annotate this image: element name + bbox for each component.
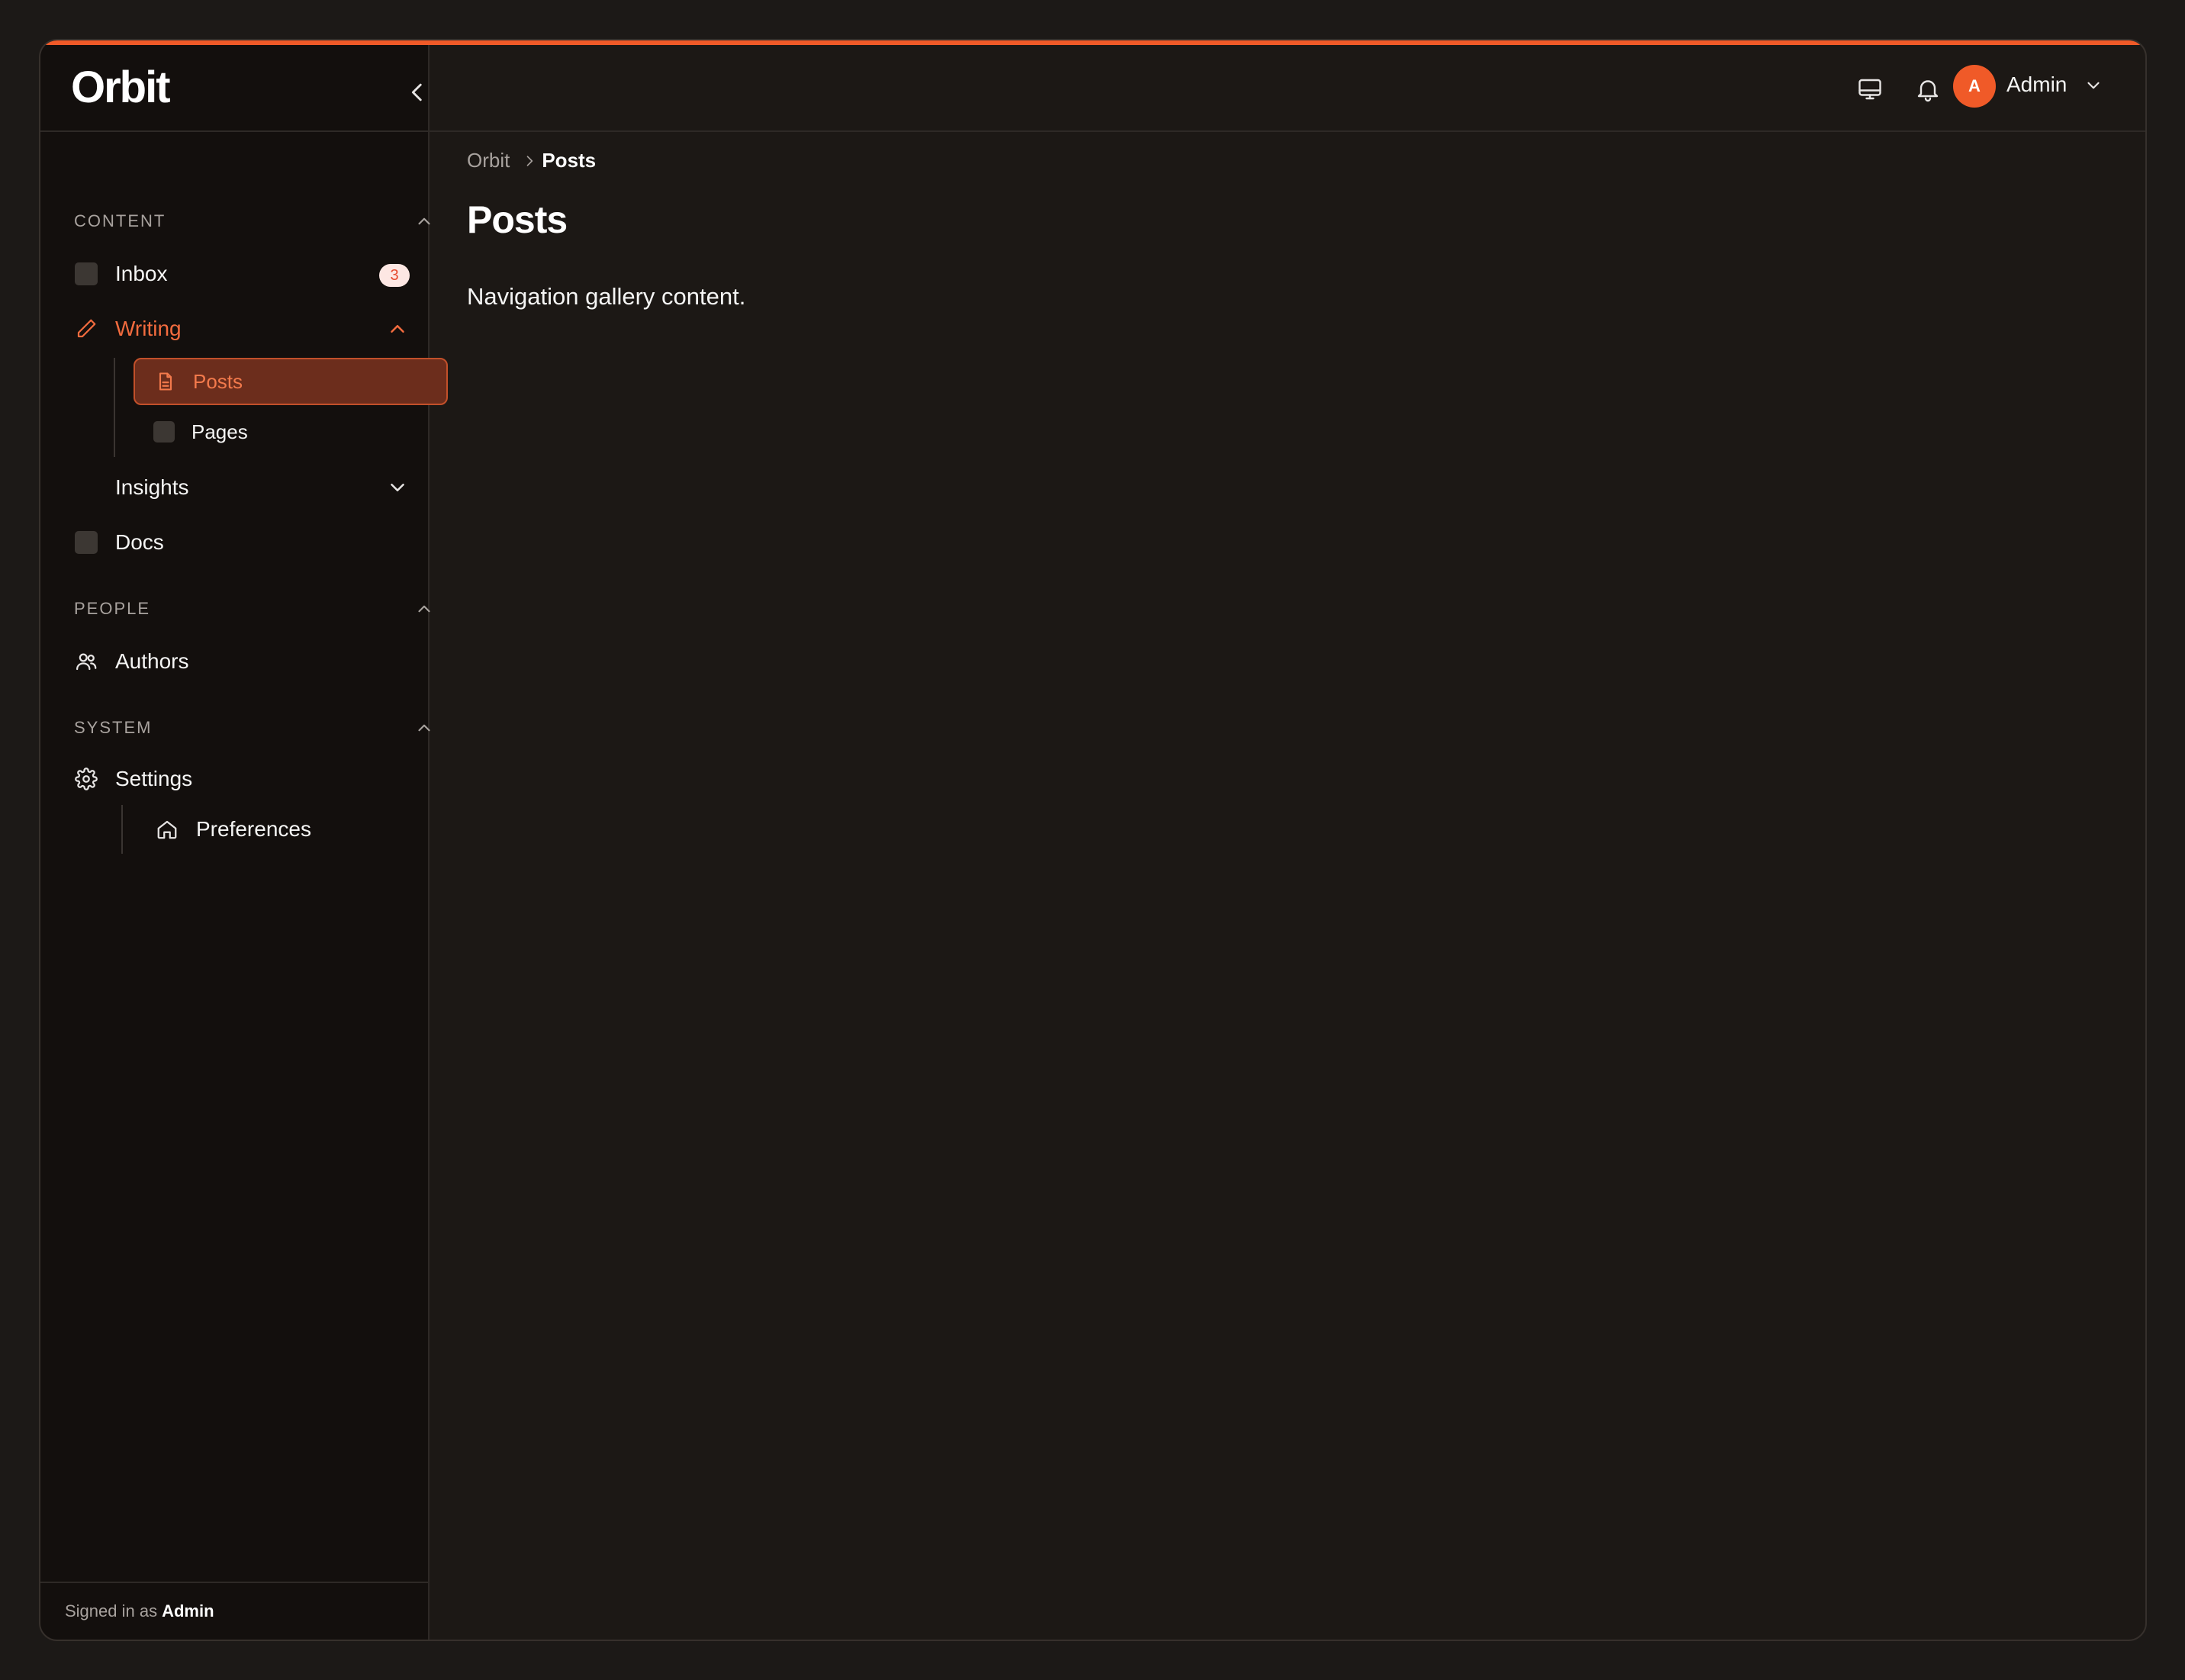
monitor-icon: [1858, 79, 1881, 100]
notifications-button[interactable]: [1910, 71, 1946, 108]
avatar[interactable]: A: [1953, 65, 1996, 108]
sidebar-item-label: Posts: [193, 369, 243, 393]
gear-icon: [74, 767, 98, 791]
signed-in-prefix: Signed in as: [65, 1601, 158, 1620]
bell-icon: [1917, 80, 1939, 102]
sidebar-item-label: Writing: [115, 317, 182, 340]
chevron-up-icon[interactable]: [385, 317, 410, 341]
sidebar: Orbit CONTENT Inbox 3 Writing Posts Page…: [40, 45, 448, 1640]
sidebar-item-posts[interactable]: Posts: [134, 358, 448, 405]
file-text-icon: [153, 369, 178, 394]
pencil-icon: [74, 317, 98, 341]
sidebar-item-label: Settings: [115, 767, 193, 790]
tree-line: [121, 805, 123, 854]
section-label-system: SYSTEM: [74, 718, 153, 737]
sidebar-item-label: Authors: [115, 649, 189, 673]
chevron-down-icon[interactable]: [385, 475, 410, 500]
chevron-left-icon: [411, 83, 422, 101]
sidebar-item-label: Inbox: [115, 262, 168, 285]
monitor-button[interactable]: [1852, 71, 1888, 108]
pages-placeholder-icon: [152, 420, 176, 444]
sidebar-item-insights[interactable]: Insights: [74, 466, 410, 509]
chevron-down-icon[interactable]: [2082, 74, 2105, 97]
sidebar-item-label: Insights: [115, 475, 189, 499]
chevron-right-icon: [522, 153, 539, 169]
sidebar-item-label: Pages: [191, 420, 248, 443]
page-body-text: Navigation gallery content.: [467, 283, 746, 310]
sidebar-item-inbox[interactable]: Inbox 3: [74, 253, 410, 295]
section-label-content: CONTENT: [74, 211, 166, 230]
docs-placeholder-icon: [74, 530, 98, 555]
tree-line: [114, 358, 115, 457]
topbar: A Admin: [430, 45, 2145, 132]
sidebar-header: Orbit: [40, 45, 428, 132]
home-icon: [155, 817, 179, 842]
sidebar-footer: Signed in as Admin: [40, 1582, 428, 1640]
sidebar-item-pages[interactable]: Pages: [134, 408, 448, 455]
sidebar-item-settings[interactable]: Settings: [74, 758, 410, 800]
app-window: Orbit CONTENT Inbox 3 Writing Posts Page…: [39, 39, 2147, 1641]
app-logo: Orbit: [71, 63, 171, 112]
users-icon: [74, 649, 98, 674]
breadcrumb-root[interactable]: Orbit: [467, 149, 510, 172]
main-content: Orbit Posts Posts Navigation gallery con…: [430, 132, 2145, 1640]
sidebar-item-label: Docs: [115, 530, 164, 554]
sidebar-item-preferences[interactable]: Preferences: [155, 808, 430, 851]
page-title: Posts: [467, 198, 568, 241]
sidebar-item-writing[interactable]: Writing: [74, 307, 410, 350]
signed-in-user: Admin: [162, 1601, 214, 1620]
sidebar-item-docs[interactable]: Docs: [74, 521, 410, 564]
section-label-people: PEOPLE: [74, 599, 151, 618]
breadcrumb-current: Posts: [542, 149, 597, 172]
inbox-placeholder-icon: [74, 262, 98, 286]
sidebar-item-authors[interactable]: Authors: [74, 640, 410, 683]
inbox-count-badge: 3: [379, 264, 410, 287]
user-menu-name[interactable]: Admin: [2006, 72, 2067, 97]
breadcrumb: Orbit Posts: [467, 149, 596, 172]
sidebar-item-label: Preferences: [196, 817, 311, 841]
